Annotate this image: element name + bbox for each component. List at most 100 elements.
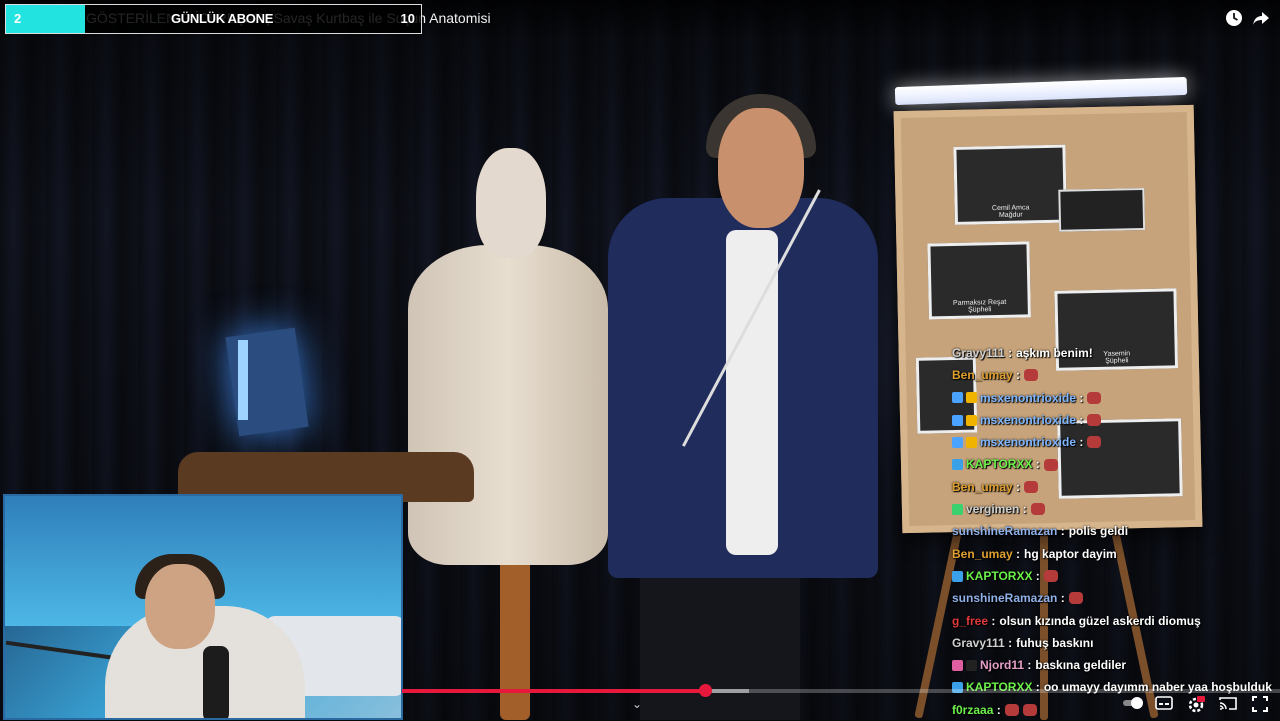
fullscreen-icon[interactable] [1250,696,1270,714]
chat-separator: : [1004,346,1013,360]
chat-separator: : [1057,524,1065,539]
chat-separator: : [988,613,996,628]
chat-text: hg kaptor dayim [1024,546,1117,561]
chat-text: baskına geldiler [1035,658,1127,673]
chat-username: Ben_umay [952,546,1013,561]
chat-message: Gravy111 : fuhuş baskını [952,632,1280,654]
microphone [203,646,229,718]
chat-text: fuhuş baskını [1016,635,1094,650]
photo-caption: Cemil Amca Mağdur [991,204,1030,220]
chat-emote-icon [1043,570,1058,583]
chat-emote-icon [1087,391,1102,404]
chat-text: aşkım benim! [1016,346,1093,360]
chat-message: msxenontrioxide : [952,431,1280,453]
chat-separator: : [1076,390,1084,405]
player-controls [1122,696,1270,714]
chat-message: KAPTORXX : [952,565,1280,587]
chat-username: Ben_umay [952,479,1013,494]
chat-separator: : [1019,502,1027,517]
settings-icon[interactable] [1186,696,1206,714]
chat-separator: : [993,702,1001,717]
chat-emote-icon [1004,703,1019,716]
autoplay-toggle-icon[interactable] [1122,696,1143,714]
chat-emote-icon [1043,458,1058,471]
studio-lamp-light [238,340,248,420]
chat-overlay: Gravy111 : aşkım benim! Ben_umay : msxenont… [952,342,1280,721]
chat-badge-icon [952,414,963,426]
board-photo: Cemil Amca Mağdur [953,144,1067,225]
photo-caption: Parmaksız Reşat Şüpheli [952,298,1007,314]
chat-message: Ben_umay : [952,364,1280,386]
chat-username: KAPTORXX [966,568,1033,583]
progress-scrubber[interactable] [698,684,712,697]
chat-text: olsun kızında güzel askerdi diomuş [999,613,1201,628]
chat-badge-icon [952,659,963,671]
chat-message: msxenontrioxide : [952,387,1280,409]
chat-emote-icon [1024,480,1039,493]
chat-message: msxenontrioxide : [952,409,1280,431]
chat-separator: : [1032,680,1040,695]
chat-emote-icon [1068,592,1083,605]
chat-message: Ben_umay : [952,476,1280,498]
mannequin-stand [500,560,530,720]
chat-message: vergimen : [952,498,1280,520]
chat-separator: : [1076,412,1084,427]
chat-badge-icon [966,659,977,671]
chat-username: Ben_umay [952,368,1013,383]
mannequin-torso [408,245,608,565]
chat-username: f0rzaaa [952,702,994,717]
chat-username: vergimen [966,502,1020,517]
chat-separator: : [1012,479,1021,494]
chat-username: KAPTORXX [966,457,1033,472]
board-photo: Parmaksız Reşat Şüpheli [927,241,1031,320]
chat-username: msxenontrioxide [980,435,1077,450]
cast-icon[interactable] [1218,696,1238,714]
clock-icon[interactable] [1224,9,1244,29]
chat-emote-icon [1024,369,1039,382]
chat-badge-icon [952,459,963,471]
webcam-streamer-head [145,564,215,649]
chat-username: KAPTORXX [966,680,1033,695]
chat-message: Ben_umay : hg kaptor dayim [952,543,1280,565]
chat-separator: : [1004,635,1013,650]
chat-badge-icon [966,392,977,404]
progress-played [402,689,705,693]
chat-username: sunshineRamazan [952,591,1058,606]
chat-message: sunshineRamazan : polis geldi [952,520,1280,542]
share-icon[interactable] [1251,9,1271,29]
chat-emote-icon [1030,503,1045,516]
webcam-overlay [3,494,403,720]
sub-goal-target: 10 [400,11,415,26]
chat-badge-icon [952,570,963,582]
chat-username: g_free [952,613,989,628]
chat-text: polis geldi [1068,524,1129,539]
chat-badge-icon [952,503,963,515]
chevron-down-icon[interactable]: ⌄ [632,697,642,711]
chat-badge-icon [952,392,963,404]
progress-bar[interactable] [402,684,1280,697]
chat-emote-icon [1087,414,1102,427]
chat-username: Njord11 [980,658,1025,673]
chat-message: Gravy111 : aşkım benim! [952,342,1280,364]
chat-separator: : [1012,546,1021,561]
chat-badge-icon [966,436,977,448]
sub-goal-label: GÜNLÜK ABONE [171,11,274,26]
mannequin-head [476,148,546,258]
presenter-legs [640,570,800,720]
chat-username: msxenontrioxide [980,390,1077,405]
chat-username: sunshineRamazan [952,524,1058,539]
sub-goal-current: 2 [14,11,22,26]
chat-username: msxenontrioxide [980,412,1077,427]
chat-message: g_free : olsun kızında güzel askerdi diom… [952,610,1280,632]
board-note [1058,187,1146,232]
chat-separator: : [1032,457,1040,472]
chat-badge-icon [966,414,977,426]
sub-goal-widget: 2 GÜNLÜK ABONE 10 [5,4,422,34]
subtitles-icon[interactable] [1154,696,1174,714]
chat-emote-icon [1087,436,1102,449]
chat-badge-icon [952,436,963,448]
chat-message: KAPTORXX : [952,453,1280,475]
chat-username: Gravy111 [952,346,1005,360]
presenter-head [718,108,804,228]
chat-emote-icon [1022,703,1037,716]
